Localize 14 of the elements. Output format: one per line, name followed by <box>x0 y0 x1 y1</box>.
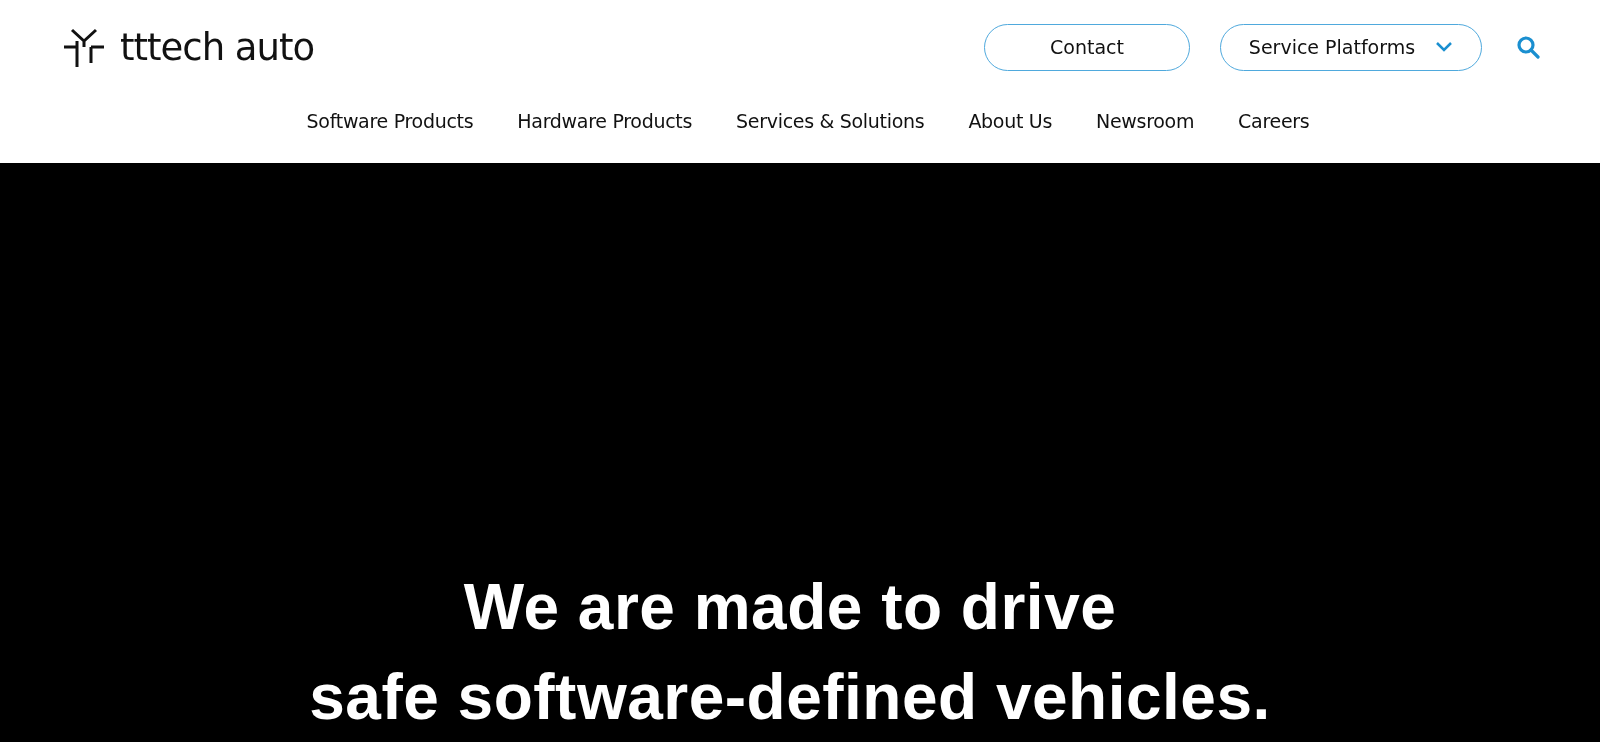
hero-headline: safe software-defined vehicles. <box>309 660 1271 735</box>
contact-button[interactable]: Contact <box>984 23 1190 71</box>
nav-link[interactable]: Services & Solutions <box>736 110 925 132</box>
hero-headline: We are made to drive <box>463 570 1117 645</box>
logo-wordmark[interactable]: tttech auto <box>120 25 315 69</box>
chevron-down-icon <box>1435 41 1454 53</box>
nav-link[interactable]: About Us <box>968 110 1052 132</box>
nav-link[interactable]: Software Products <box>306 110 474 132</box>
logo-mark-icon <box>64 27 104 67</box>
search-icon[interactable] <box>1516 35 1540 59</box>
nav-link[interactable]: Careers <box>1238 110 1310 132</box>
service-platforms-dropdown[interactable]: Service Platforms <box>1220 23 1482 71</box>
nav-link[interactable]: Hardware Products <box>517 110 693 132</box>
nav-link[interactable]: Newsroom <box>1096 110 1195 132</box>
